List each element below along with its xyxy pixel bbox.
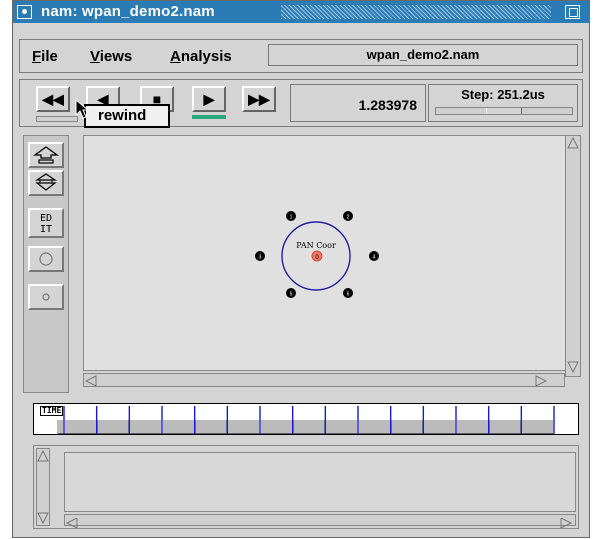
annotation-hscroll-arrows xyxy=(65,517,573,529)
current-time: 1.283978 xyxy=(290,84,426,122)
circle-small-icon xyxy=(42,293,50,301)
nam-window: nam: wpan_demo2.nam File Views Analysis … xyxy=(12,0,590,538)
vscroll-arrows xyxy=(567,136,579,374)
network-canvas[interactable]: PAN Coor 0 1 2 3 4 5 6 xyxy=(83,135,567,371)
node-1-label: 1 xyxy=(290,215,293,221)
menu-analysis[interactable]: Analysis xyxy=(170,48,232,65)
edit-label-line1: ED xyxy=(39,213,53,224)
title-bar-pattern xyxy=(281,5,551,19)
hscroll-arrows xyxy=(84,375,548,387)
annotation-vscroll-arrows xyxy=(37,449,49,525)
playback-slider-left[interactable] xyxy=(36,116,78,122)
coordinator-label: PAN Coor xyxy=(296,241,336,250)
step-control: Step: 251.2us xyxy=(428,84,578,122)
time-label: TIME xyxy=(40,406,64,416)
window-title: nam: wpan_demo2.nam xyxy=(41,3,215,20)
node-tool-small[interactable] xyxy=(28,284,64,310)
canvas-vertical-scrollbar[interactable] xyxy=(565,135,581,377)
edit-button[interactable]: ED IT xyxy=(28,208,64,238)
filename-display: wpan_demo2.nam xyxy=(268,44,578,66)
annotation-panel xyxy=(33,445,579,529)
zoom-in-button[interactable] xyxy=(28,142,64,168)
node-2-label: 2 xyxy=(347,215,350,221)
step-slider-thumb[interactable] xyxy=(486,108,522,114)
maximize-icon[interactable] xyxy=(565,5,580,19)
step-label: Step: 251.2us xyxy=(461,87,545,102)
node-5-label: 5 xyxy=(290,292,293,298)
rewind-button[interactable]: ◀◀ xyxy=(36,86,70,112)
zoom-out-icon xyxy=(35,173,57,191)
menu-file[interactable]: File xyxy=(32,48,58,65)
zoom-in-icon xyxy=(33,146,59,164)
node-6-label: 6 xyxy=(347,292,350,298)
rewind-tooltip: rewind xyxy=(84,104,170,128)
circle-large-icon xyxy=(39,252,53,266)
network-diagram: PAN Coor 0 1 2 3 4 5 6 xyxy=(255,211,379,298)
zoom-out-button[interactable] xyxy=(28,170,64,196)
node-3-label: 3 xyxy=(259,255,262,261)
annotation-vertical-scrollbar[interactable] xyxy=(36,448,50,526)
mouse-pointer-icon xyxy=(75,99,90,119)
title-bar[interactable]: nam: wpan_demo2.nam xyxy=(13,1,589,23)
annotation-horizontal-scrollbar[interactable] xyxy=(64,514,576,529)
menu-views[interactable]: Views xyxy=(90,48,132,65)
time-slider[interactable]: TIME xyxy=(33,403,579,435)
canvas-horizontal-scrollbar[interactable] xyxy=(83,373,565,387)
node-4-label: 4 xyxy=(373,255,376,261)
step-slider[interactable] xyxy=(435,107,573,115)
edit-toolbar: ED IT xyxy=(23,135,69,393)
menu-bar: File Views Analysis wpan_demo2.nam xyxy=(19,39,583,73)
timeline-ruler xyxy=(57,406,555,435)
annotation-text-area[interactable] xyxy=(64,452,576,512)
window-menu-icon[interactable] xyxy=(17,5,32,19)
edit-label-line2: IT xyxy=(39,224,53,235)
play-indicator xyxy=(192,115,226,119)
fast-forward-button[interactable]: ▶▶ xyxy=(242,86,276,112)
node-tool-large[interactable] xyxy=(28,246,64,272)
play-button[interactable]: ▶ xyxy=(192,86,226,112)
